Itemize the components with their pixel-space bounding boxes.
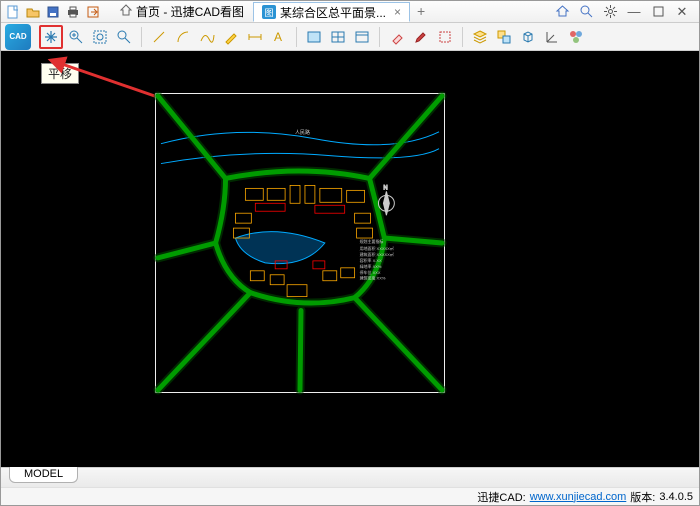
pan-button[interactable] xyxy=(39,25,63,49)
drawing-canvas[interactable]: 平移 xyxy=(1,51,699,467)
plus-icon: + xyxy=(417,3,425,19)
coords-button[interactable] xyxy=(541,26,563,48)
tab-host: 首页 - 迅捷CAD看图 图 某综合区总平面景... × + xyxy=(111,1,432,22)
box3d-button[interactable] xyxy=(517,26,539,48)
tab-file[interactable]: 图 某综合区总平面景... × xyxy=(253,2,410,22)
svg-text:N: N xyxy=(383,185,387,191)
tab-home[interactable]: 首页 - 迅捷CAD看图 xyxy=(111,1,253,21)
bottom-tabs: MODEL xyxy=(1,467,699,487)
open-folder-icon[interactable] xyxy=(25,4,41,20)
svg-text:人民路: 人民路 xyxy=(295,129,310,136)
tab-home-label: 首页 - 迅捷CAD看图 xyxy=(136,3,244,20)
print-icon[interactable] xyxy=(65,4,81,20)
save-icon[interactable] xyxy=(45,4,61,20)
app-logo: CAD xyxy=(5,24,31,50)
tooltip-pan: 平移 xyxy=(41,63,79,84)
svg-text:停车位 XXX: 停车位 XXX xyxy=(360,270,381,275)
tab-add[interactable]: + xyxy=(410,1,432,21)
status-brand: 迅捷CAD: xyxy=(477,489,525,505)
brush-button[interactable] xyxy=(410,26,432,48)
palette-button[interactable] xyxy=(565,26,587,48)
zoom-extents-button[interactable] xyxy=(89,26,111,48)
rect-select-button[interactable] xyxy=(434,26,456,48)
svg-text:用地面积 XXXXX㎡: 用地面积 XXXXX㎡ xyxy=(360,246,394,251)
table-button[interactable] xyxy=(327,26,349,48)
gear-icon[interactable] xyxy=(603,5,617,19)
toolbar: CAD A xyxy=(1,23,699,51)
home2-icon[interactable] xyxy=(555,5,569,19)
svg-text:A: A xyxy=(274,30,282,44)
zoom-window-button[interactable] xyxy=(65,26,87,48)
menu-bar: 首页 - 迅捷CAD看图 图 某综合区总平面景... × + — ✕ xyxy=(1,1,699,23)
highlight-button[interactable] xyxy=(220,26,242,48)
svg-text:容积率 X.XX: 容积率 X.XX xyxy=(360,258,382,263)
layer-properties-button[interactable] xyxy=(351,26,373,48)
home-icon xyxy=(120,4,132,19)
dimension-button[interactable] xyxy=(244,26,266,48)
fit-button[interactable] xyxy=(113,26,135,48)
tab-file-label: 某综合区总平面景... xyxy=(280,4,386,21)
cad-viewport: N 规划主要指标 用地面积 XXXXX㎡ 建筑面积 XXXXX㎡ 容积率 X.X… xyxy=(155,93,445,393)
minimize-icon[interactable]: — xyxy=(627,5,641,19)
measure-line-button[interactable] xyxy=(148,26,170,48)
new-file-icon[interactable] xyxy=(5,4,21,20)
close-icon[interactable]: ✕ xyxy=(675,5,689,19)
tab-file-badge: 图 xyxy=(262,5,276,19)
status-version: 3.4.0.5 xyxy=(659,491,693,503)
spline-button[interactable] xyxy=(196,26,218,48)
maximize-icon[interactable] xyxy=(651,5,665,19)
svg-text:规划主要指标: 规划主要指标 xyxy=(360,239,384,244)
swap-button[interactable] xyxy=(493,26,515,48)
tab-close-icon[interactable]: × xyxy=(394,5,401,19)
image-button[interactable] xyxy=(303,26,325,48)
model-tab[interactable]: MODEL xyxy=(9,467,78,483)
eraser-button[interactable] xyxy=(386,26,408,48)
svg-text:建筑密度 XX%: 建筑密度 XX% xyxy=(360,276,386,281)
window-buttons: — ✕ xyxy=(549,5,695,19)
layers-button[interactable] xyxy=(469,26,491,48)
status-url-link[interactable]: www.xunjiecad.com xyxy=(530,491,627,503)
export-icon[interactable] xyxy=(85,4,101,20)
svg-text:建筑面积 XXXXX㎡: 建筑面积 XXXXX㎡ xyxy=(360,252,394,257)
text-button[interactable]: A xyxy=(268,26,290,48)
zoom-in-icon[interactable] xyxy=(579,5,593,19)
svg-text:绿地率 XX%: 绿地率 XX% xyxy=(360,264,382,269)
status-bar: 迅捷CAD: www.xunjiecad.com 版本: 3.4.0.5 xyxy=(1,487,699,505)
app-window: 首页 - 迅捷CAD看图 图 某综合区总平面景... × + — ✕ CAD xyxy=(0,0,700,506)
status-version-label: 版本: xyxy=(630,489,655,505)
arc-button[interactable] xyxy=(172,26,194,48)
